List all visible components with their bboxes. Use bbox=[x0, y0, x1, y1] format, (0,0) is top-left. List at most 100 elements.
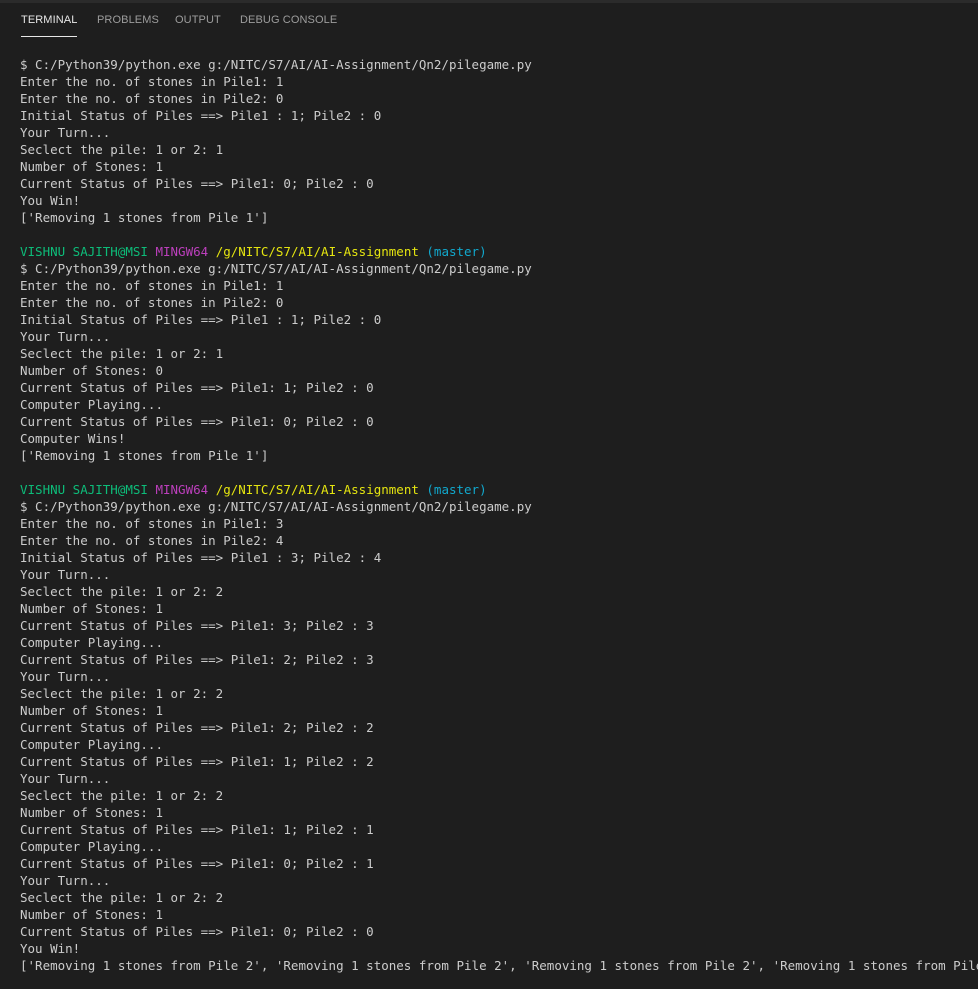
terminal-text: Seclect the pile: 1 or 2: 1 bbox=[20, 142, 224, 157]
terminal-text: Your Turn... bbox=[20, 567, 111, 582]
terminal-line: $ C:/Python39/python.exe g:/NITC/S7/AI/A… bbox=[20, 260, 970, 277]
terminal-text: Seclect the pile: 1 or 2: 2 bbox=[20, 584, 224, 599]
terminal-line: Enter the no. of stones in Pile2: 4 bbox=[20, 532, 970, 549]
terminal-text: ['Removing 1 stones from Pile 2', 'Remov… bbox=[20, 958, 978, 973]
terminal-text: You Win! bbox=[20, 193, 81, 208]
terminal-text: Initial Status of Piles ==> Pile1 : 3; P… bbox=[20, 550, 382, 565]
terminal-line: ['Removing 1 stones from Pile 1'] bbox=[20, 447, 970, 464]
terminal-text: Current Status of Piles ==> Pile1: 0; Pi… bbox=[20, 856, 374, 871]
terminal-line: Your Turn... bbox=[20, 668, 970, 685]
terminal-line: Initial Status of Piles ==> Pile1 : 1; P… bbox=[20, 107, 970, 124]
terminal-text: Your Turn... bbox=[20, 329, 111, 344]
terminal-output[interactable]: $ C:/Python39/python.exe g:/NITC/S7/AI/A… bbox=[20, 56, 978, 974]
terminal-text: Computer Playing... bbox=[20, 737, 163, 752]
terminal-text: (master) bbox=[426, 482, 487, 497]
terminal-text: (master) bbox=[426, 244, 487, 259]
terminal-text: Computer Playing... bbox=[20, 839, 163, 854]
terminal-text: ['Removing 1 stones from Pile 1'] bbox=[20, 448, 269, 463]
terminal-text: VISHNU SAJITH@MSI bbox=[20, 244, 156, 259]
terminal-line: Your Turn... bbox=[20, 566, 970, 583]
terminal-line: VISHNU SAJITH@MSI MINGW64 /g/NITC/S7/AI/… bbox=[20, 243, 970, 260]
terminal-text: Your Turn... bbox=[20, 669, 111, 684]
terminal-line: Enter the no. of stones in Pile1: 1 bbox=[20, 277, 970, 294]
tab-problems[interactable]: PROBLEMS bbox=[97, 3, 159, 36]
terminal-line: Number of Stones: 1 bbox=[20, 804, 970, 821]
terminal-text: Current Status of Piles ==> Pile1: 1; Pi… bbox=[20, 754, 374, 769]
terminal-line: Current Status of Piles ==> Pile1: 0; Pi… bbox=[20, 855, 970, 872]
terminal-text: Enter the no. of stones in Pile1: 1 bbox=[20, 74, 284, 89]
terminal-line: Seclect the pile: 1 or 2: 2 bbox=[20, 787, 970, 804]
terminal-text: Number of Stones: 1 bbox=[20, 601, 163, 616]
terminal-text: /g/NITC/S7/AI/AI-Assignment bbox=[215, 482, 427, 497]
terminal-line: Number of Stones: 1 bbox=[20, 906, 970, 923]
terminal-line: $ C:/Python39/python.exe g:/NITC/S7/AI/A… bbox=[20, 56, 970, 73]
terminal-text: VISHNU SAJITH@MSI bbox=[20, 482, 156, 497]
terminal-text: Current Status of Piles ==> Pile1: 3; Pi… bbox=[20, 618, 374, 633]
terminal-text: Seclect the pile: 1 or 2: 2 bbox=[20, 686, 224, 701]
terminal-text: Number of Stones: 1 bbox=[20, 703, 163, 718]
terminal-line: Current Status of Piles ==> Pile1: 1; Pi… bbox=[20, 753, 970, 770]
terminal-text: Your Turn... bbox=[20, 125, 111, 140]
terminal-text: $ C:/Python39/python.exe g:/NITC/S7/AI/A… bbox=[20, 499, 532, 514]
terminal-text: Enter the no. of stones in Pile1: 3 bbox=[20, 516, 284, 531]
terminal-text: Computer Wins! bbox=[20, 431, 126, 446]
terminal-line: Seclect the pile: 1 or 2: 1 bbox=[20, 141, 970, 158]
terminal-text: Seclect the pile: 1 or 2: 2 bbox=[20, 788, 224, 803]
terminal-text: Enter the no. of stones in Pile2: 4 bbox=[20, 533, 284, 548]
terminal-text: Current Status of Piles ==> Pile1: 0; Pi… bbox=[20, 924, 374, 939]
terminal-text: Enter the no. of stones in Pile2: 0 bbox=[20, 91, 284, 106]
terminal-line: Seclect the pile: 1 or 2: 2 bbox=[20, 889, 970, 906]
terminal-line: Enter the no. of stones in Pile1: 3 bbox=[20, 515, 970, 532]
terminal-text: Initial Status of Piles ==> Pile1 : 1; P… bbox=[20, 108, 382, 123]
terminal-line: Number of Stones: 1 bbox=[20, 158, 970, 175]
terminal-line: Current Status of Piles ==> Pile1: 0; Pi… bbox=[20, 923, 970, 940]
terminal-line: Your Turn... bbox=[20, 770, 970, 787]
terminal-text: Current Status of Piles ==> Pile1: 1; Pi… bbox=[20, 822, 374, 837]
terminal-line: You Win! bbox=[20, 940, 970, 957]
terminal-line: Current Status of Piles ==> Pile1: 1; Pi… bbox=[20, 821, 970, 838]
tab-debug-console[interactable]: DEBUG CONSOLE bbox=[240, 3, 337, 36]
terminal-line: Seclect the pile: 1 or 2: 1 bbox=[20, 345, 970, 362]
terminal-text: /g/NITC/S7/AI/AI-Assignment bbox=[215, 244, 427, 259]
terminal-line: You Win! bbox=[20, 192, 970, 209]
terminal-line: Seclect the pile: 1 or 2: 2 bbox=[20, 685, 970, 702]
terminal-line: ['Removing 1 stones from Pile 2', 'Remov… bbox=[20, 957, 978, 974]
tab-output[interactable]: OUTPUT bbox=[175, 3, 221, 36]
terminal-line: Initial Status of Piles ==> Pile1 : 3; P… bbox=[20, 549, 970, 566]
terminal-text: Current Status of Piles ==> Pile1: 0; Pi… bbox=[20, 176, 374, 191]
terminal-line: Computer Playing... bbox=[20, 838, 970, 855]
terminal-text: ['Removing 1 stones from Pile 1'] bbox=[20, 210, 269, 225]
terminal-text: Seclect the pile: 1 or 2: 1 bbox=[20, 346, 224, 361]
terminal-line: Computer Playing... bbox=[20, 396, 970, 413]
tab-terminal[interactable]: TERMINAL bbox=[21, 3, 78, 37]
terminal-text: $ C:/Python39/python.exe g:/NITC/S7/AI/A… bbox=[20, 261, 532, 276]
terminal-text: MINGW64 bbox=[155, 244, 216, 259]
terminal-line: Current Status of Piles ==> Pile1: 2; Pi… bbox=[20, 651, 970, 668]
terminal-text: Computer Playing... bbox=[20, 635, 163, 650]
terminal-text: Number of Stones: 1 bbox=[20, 159, 163, 174]
terminal-line: Current Status of Piles ==> Pile1: 1; Pi… bbox=[20, 379, 970, 396]
terminal-line: Enter the no. of stones in Pile2: 0 bbox=[20, 90, 970, 107]
terminal-line: Computer Playing... bbox=[20, 736, 970, 753]
terminal-text: Current Status of Piles ==> Pile1: 2; Pi… bbox=[20, 652, 374, 667]
terminal-line: Current Status of Piles ==> Pile1: 0; Pi… bbox=[20, 175, 970, 192]
terminal-line: Current Status of Piles ==> Pile1: 0; Pi… bbox=[20, 413, 970, 430]
terminal-line: Your Turn... bbox=[20, 872, 970, 889]
terminal-text: Enter the no. of stones in Pile2: 0 bbox=[20, 295, 284, 310]
terminal-line: Current Status of Piles ==> Pile1: 2; Pi… bbox=[20, 719, 970, 736]
terminal-text: Current Status of Piles ==> Pile1: 1; Pi… bbox=[20, 380, 374, 395]
terminal-line: ['Removing 1 stones from Pile 1'] bbox=[20, 209, 970, 226]
terminal-line: Number of Stones: 0 bbox=[20, 362, 970, 379]
terminal-text: Enter the no. of stones in Pile1: 1 bbox=[20, 278, 284, 293]
terminal-text: Current Status of Piles ==> Pile1: 0; Pi… bbox=[20, 414, 374, 429]
terminal-text: Number of Stones: 0 bbox=[20, 363, 163, 378]
terminal-line: Computer Wins! bbox=[20, 430, 970, 447]
terminal-text: Computer Playing... bbox=[20, 397, 163, 412]
terminal-text: Current Status of Piles ==> Pile1: 2; Pi… bbox=[20, 720, 374, 735]
terminal-text: Seclect the pile: 1 or 2: 2 bbox=[20, 890, 224, 905]
terminal-line: VISHNU SAJITH@MSI MINGW64 /g/NITC/S7/AI/… bbox=[20, 481, 970, 498]
terminal-line: Current Status of Piles ==> Pile1: 3; Pi… bbox=[20, 617, 970, 634]
terminal-text: Initial Status of Piles ==> Pile1 : 1; P… bbox=[20, 312, 382, 327]
